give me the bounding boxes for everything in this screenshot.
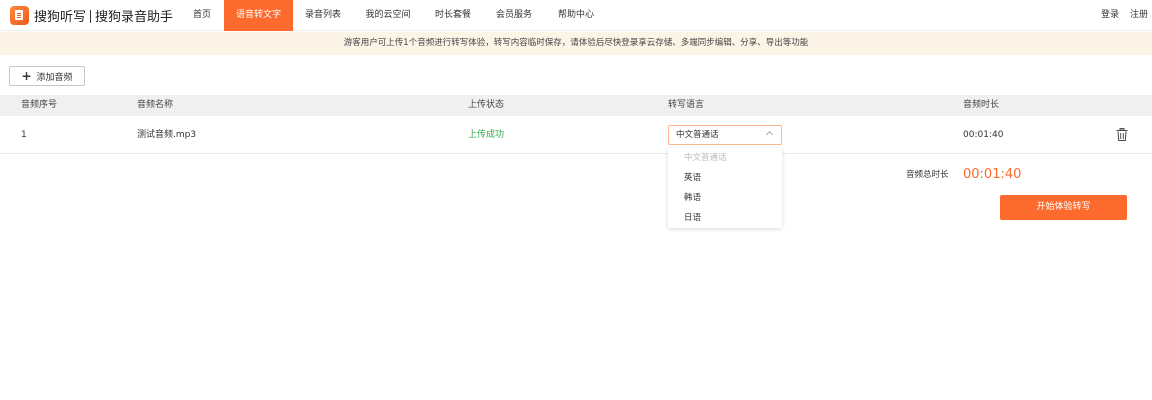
language-option-english[interactable]: 英语 [668, 168, 782, 188]
logo-primary-text: 搜狗听写 [34, 9, 87, 25]
language-option-mandarin: 中文普通话 [684, 153, 727, 163]
nav-item-cloud-space[interactable]: 我的云空间 [353, 0, 423, 31]
total-duration-value: 00:01:40 [963, 167, 1022, 182]
add-audio-button[interactable]: + 添加音频 [9, 66, 85, 86]
chevron-up-icon [765, 130, 774, 139]
register-link[interactable]: 注册 [1130, 0, 1148, 31]
audio-index: 1 [21, 130, 27, 140]
table-row: 1 测试音频.mp3 上传成功 00:01:40 [0, 116, 1152, 154]
column-header-status: 上传状态 [468, 100, 505, 110]
language-option-korean[interactable]: 韩语 [668, 188, 782, 208]
logo-secondary-text: 搜狗录音助手 [95, 9, 174, 25]
logo-divider [90, 9, 92, 23]
plus-icon: + [21, 69, 32, 83]
nav-item-help-center[interactable]: 帮助中心 [545, 0, 607, 31]
logo-text: 搜狗听写 搜狗录音助手 [34, 6, 173, 25]
column-header-language: 转写语言 [668, 100, 705, 110]
language-option-japanese[interactable]: 日语 [668, 208, 782, 228]
top-navigation-bar: 搜狗听写 搜狗录音助手 首页 语音转文字 录音列表 我的云空间 时长套餐 会员服务… [0, 0, 1152, 31]
column-header-name: 音频名称 [137, 100, 174, 110]
trash-icon[interactable] [1116, 128, 1128, 141]
language-select[interactable]: 中文普通话 [668, 125, 782, 145]
logo[interactable]: 搜狗听写 搜狗录音助手 [10, 5, 173, 25]
total-duration-label: 音频总时长 [906, 170, 949, 180]
logo-icon [10, 5, 29, 25]
audio-duration: 00:01:40 [963, 130, 1004, 140]
add-audio-label: 添加音频 [36, 72, 73, 83]
nav-item-speech-to-text[interactable]: 语音转文字 [224, 0, 293, 31]
column-header-duration: 音频时长 [963, 100, 1000, 110]
audio-name: 测试音频.mp3 [137, 130, 197, 140]
language-dropdown: 中文普通话 英语 韩语 日语 [668, 148, 782, 228]
nav-item-membership[interactable]: 会员服务 [483, 0, 545, 31]
language-select-value: 中文普通话 [676, 130, 719, 140]
table-header: 音频序号 音频名称 上传状态 转写语言 音频时长 [0, 95, 1152, 116]
column-header-index: 音频序号 [21, 100, 58, 110]
guest-notice-banner: 游客用户可上传1个音频进行转写体验，转写内容临时保存，请体验后尽快登录享云存储、… [0, 32, 1152, 55]
main-nav: 首页 语音转文字 录音列表 我的云空间 时长套餐 会员服务 帮助中心 [180, 0, 607, 31]
nav-item-recording-list[interactable]: 录音列表 [293, 0, 353, 31]
nav-item-home[interactable]: 首页 [180, 0, 224, 31]
nav-item-time-packages[interactable]: 时长套餐 [423, 0, 483, 31]
auth-links: 登录 注册 [1101, 0, 1148, 31]
upload-status: 上传成功 [468, 130, 505, 140]
login-link[interactable]: 登录 [1101, 0, 1119, 31]
start-transcription-button[interactable]: 开始体验转写 [1000, 195, 1127, 220]
